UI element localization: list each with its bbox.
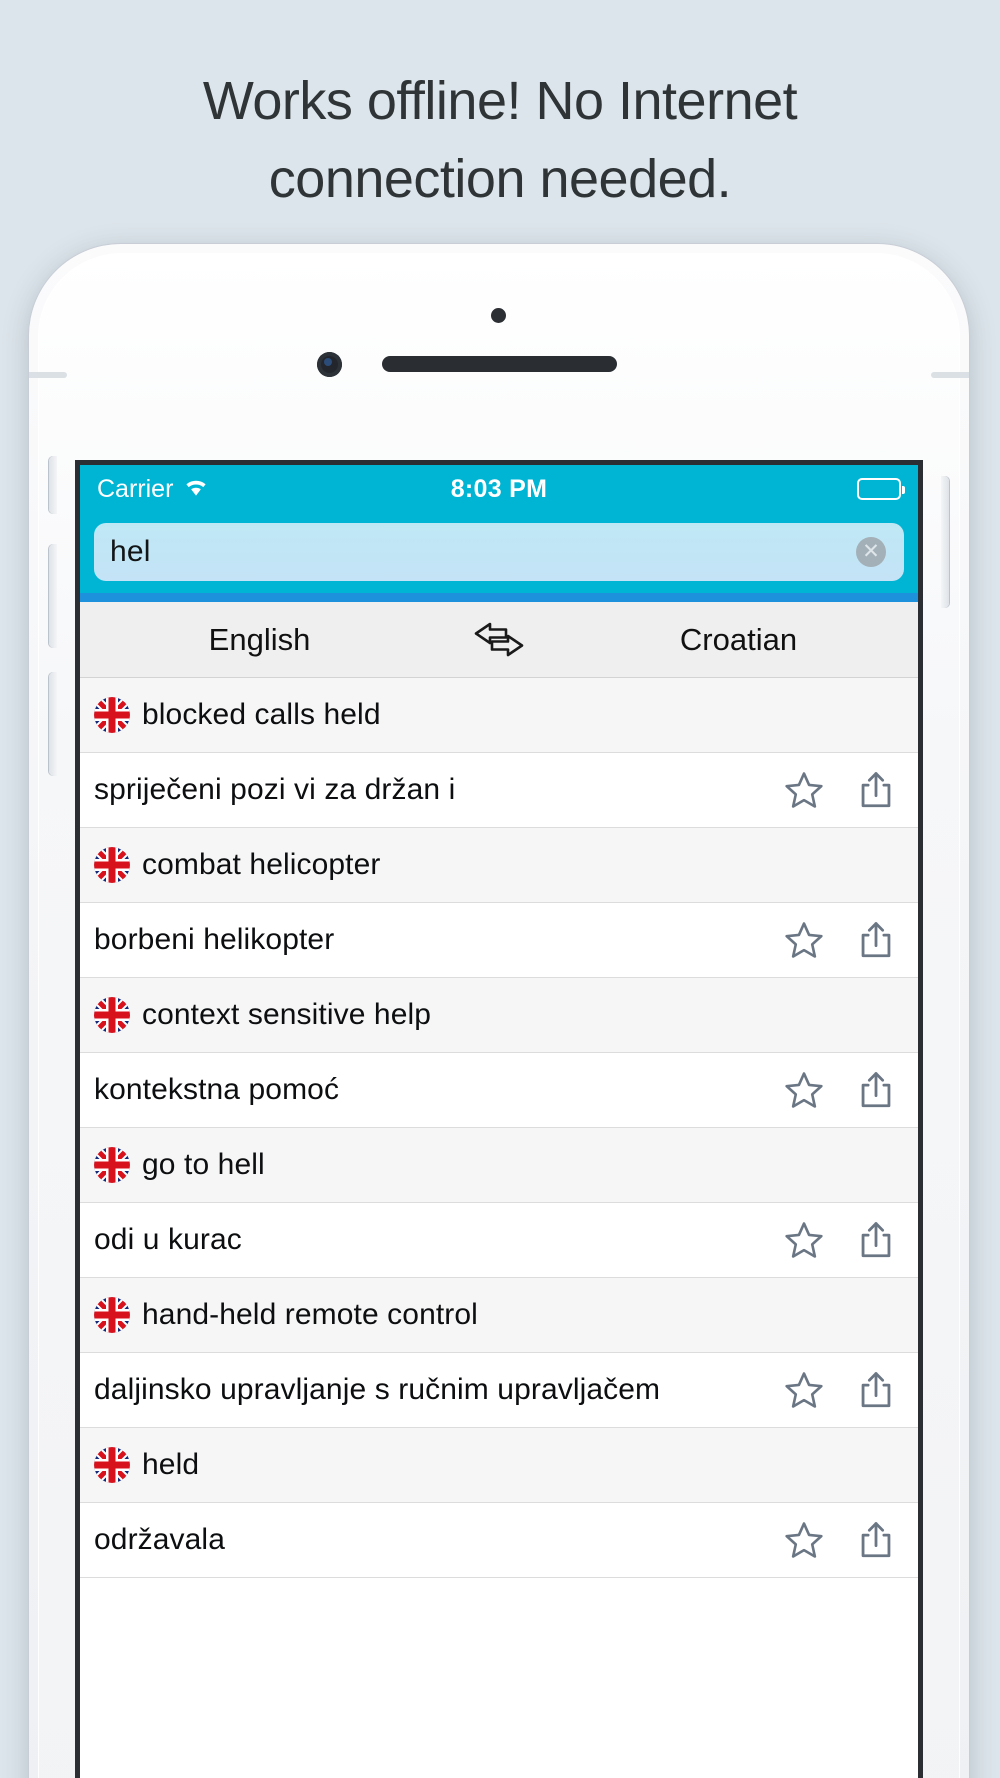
star-outline-icon[interactable]: [782, 1218, 826, 1262]
language-bar: English Croatian: [80, 602, 918, 678]
front-camera-icon: [317, 352, 342, 377]
row-actions: [782, 1068, 904, 1112]
row-actions: [782, 768, 904, 812]
phone-screen: Carrier 8:03 PM hel ✕ English Croatian b…: [75, 460, 923, 1778]
clear-circle-icon[interactable]: ✕: [856, 537, 886, 567]
source-term: context sensitive help: [142, 998, 432, 1031]
row-actions: [782, 918, 904, 962]
volume-down-button[interactable]: [49, 672, 57, 776]
result-row-target[interactable]: kontekstna pomoć: [80, 1053, 918, 1128]
star-outline-icon[interactable]: [782, 1068, 826, 1112]
target-term: borbeni helikopter: [94, 923, 335, 956]
target-term: odi u kurac: [94, 1223, 242, 1256]
result-row-source[interactable]: held: [80, 1428, 918, 1503]
volume-up-button[interactable]: [49, 544, 57, 648]
earpiece-speaker: [382, 356, 617, 372]
source-term: held: [142, 1448, 200, 1481]
share-upload-icon[interactable]: [854, 1068, 898, 1112]
microphone-dot: [491, 308, 506, 323]
target-term: kontekstna pomoć: [94, 1073, 340, 1106]
uk-flag-icon: [94, 1447, 130, 1483]
status-bar-right: [857, 478, 905, 500]
antenna-line-right: [931, 372, 969, 378]
star-outline-icon[interactable]: [782, 1518, 826, 1562]
status-bar-time: 8:03 PM: [450, 474, 548, 503]
share-upload-icon[interactable]: [854, 918, 898, 962]
search-bar: hel ✕: [80, 513, 918, 602]
target-language-label[interactable]: Croatian: [559, 622, 918, 658]
phone-mockup: Carrier 8:03 PM hel ✕ English Croatian b…: [29, 244, 969, 1778]
source-term: combat helicopter: [142, 848, 381, 881]
source-language-label[interactable]: English: [80, 622, 439, 658]
source-term: hand-held remote control: [142, 1298, 478, 1331]
star-outline-icon[interactable]: [782, 918, 826, 962]
target-term: spriječeni pozi vi za držan i: [94, 773, 456, 806]
power-button[interactable]: [941, 476, 949, 608]
search-input-value: hel: [110, 535, 151, 568]
result-row-source[interactable]: context sensitive help: [80, 978, 918, 1053]
star-outline-icon[interactable]: [782, 1368, 826, 1412]
share-upload-icon[interactable]: [854, 1368, 898, 1412]
promo-headline: Works offline! No Internet connection ne…: [202, 71, 798, 210]
row-actions: [782, 1218, 904, 1262]
result-row-source[interactable]: combat helicopter: [80, 828, 918, 903]
swap-arrows-icon[interactable]: [439, 618, 559, 662]
result-row-target[interactable]: odi u kurac: [80, 1203, 918, 1278]
share-upload-icon[interactable]: [854, 768, 898, 812]
result-row-source[interactable]: hand-held remote control: [80, 1278, 918, 1353]
status-bar: Carrier 8:03 PM: [80, 465, 918, 513]
antenna-line-left: [29, 372, 67, 378]
row-actions: [782, 1368, 904, 1412]
battery-full-icon: [857, 478, 905, 500]
share-upload-icon[interactable]: [854, 1218, 898, 1262]
result-row-target[interactable]: daljinsko upravljanje s ručnim upravljač…: [80, 1353, 918, 1428]
share-upload-icon[interactable]: [854, 1518, 898, 1562]
star-outline-icon[interactable]: [782, 768, 826, 812]
result-row-target[interactable]: održavala: [80, 1503, 918, 1578]
search-input[interactable]: hel ✕: [94, 523, 904, 581]
result-row-target[interactable]: borbeni helikopter: [80, 903, 918, 978]
uk-flag-icon: [94, 697, 130, 733]
target-term: daljinsko upravljanje s ručnim upravljač…: [94, 1373, 661, 1406]
result-row-source[interactable]: blocked calls held: [80, 678, 918, 753]
source-term: go to hell: [142, 1148, 265, 1181]
promo-screenshot: Works offline! No Internet connection ne…: [0, 0, 1000, 1778]
uk-flag-icon: [94, 1147, 130, 1183]
row-actions: [782, 1518, 904, 1562]
silent-switch[interactable]: [49, 456, 57, 514]
uk-flag-icon: [94, 1297, 130, 1333]
result-row-target[interactable]: spriječeni pozi vi za držan i: [80, 753, 918, 828]
result-row-source[interactable]: go to hell: [80, 1128, 918, 1203]
results-list: blocked calls held spriječeni pozi vi za …: [80, 678, 918, 1578]
source-term: blocked calls held: [142, 698, 381, 731]
uk-flag-icon: [94, 847, 130, 883]
uk-flag-icon: [94, 997, 130, 1033]
target-term: održavala: [94, 1523, 225, 1556]
